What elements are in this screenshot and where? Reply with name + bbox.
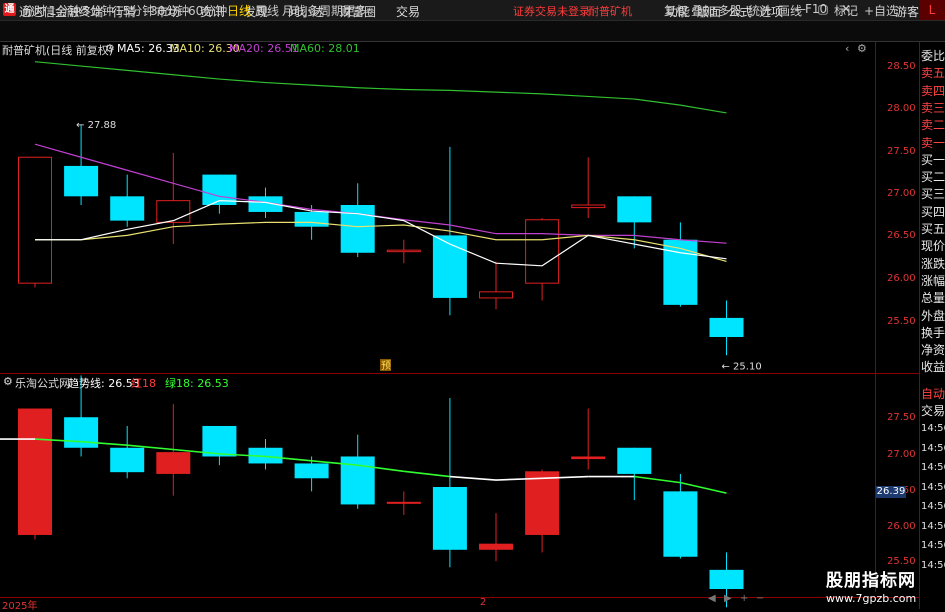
candle-body <box>386 249 421 253</box>
quote-label-0: 委比 <box>921 49 945 63</box>
trend-line <box>403 470 450 478</box>
axis-divider-main <box>875 42 876 374</box>
candle-body <box>479 291 513 299</box>
quote-label-11: 现价 <box>921 239 945 254</box>
sub-candle-body <box>432 487 467 550</box>
sub-candle-body <box>386 501 421 504</box>
quote-label-3: 卖三 <box>921 100 945 115</box>
quote-label-9: 买四 <box>921 204 945 219</box>
quote-label-17: 净资 <box>921 343 945 358</box>
zoom-out-icon[interactable]: − <box>756 593 764 604</box>
watermark-title: 股朋指标网 <box>826 571 916 591</box>
sub-candle-body <box>18 408 52 535</box>
tick-time: 14:56 <box>921 481 945 493</box>
candle-body <box>525 219 560 284</box>
candle-body <box>18 156 52 284</box>
ma60-line <box>34 61 727 114</box>
sub-candle-body <box>663 491 698 557</box>
quote-label-6: 买一 <box>921 152 945 167</box>
watermark-url: www.7gpzb.com <box>826 592 917 605</box>
crosshair-value: 26.39 <box>876 486 906 498</box>
trend-line <box>449 475 497 481</box>
scroll-left-icon[interactable]: ◀ <box>708 593 716 604</box>
low-mark: ← 25.10 <box>722 362 762 373</box>
quote-label-1: 卖五 <box>921 66 945 81</box>
quote-label-10: 买五 <box>921 222 945 236</box>
candle-body <box>64 165 99 197</box>
trend-line <box>634 475 681 484</box>
candle-body <box>571 204 606 209</box>
zoom-in-icon[interactable]: + <box>740 593 748 604</box>
quote-label-2: 卖四 <box>921 83 945 98</box>
sub-candle-body <box>110 447 145 473</box>
panel-divider <box>0 373 919 374</box>
time-mid: 2 <box>480 597 487 608</box>
tick-time: 14:56 <box>921 520 945 532</box>
quote-label-14: 总量 <box>921 291 945 306</box>
tick-time: 14:56 <box>921 423 945 434</box>
quote-label-16: 换手 <box>921 325 945 340</box>
tick-time: 14:56 <box>921 442 945 454</box>
tick-time: 14:56 <box>921 540 945 551</box>
candle-body <box>294 211 329 227</box>
candle-body <box>110 196 145 221</box>
axis-divider-sub <box>875 374 876 592</box>
sub-candle-body <box>525 471 560 535</box>
ma20-line <box>34 143 727 244</box>
quote-label-18: 收益 <box>921 360 945 375</box>
tick-time: 14:56 <box>921 501 945 512</box>
time-divider <box>0 597 919 598</box>
tick-time: 14:56 <box>921 462 945 473</box>
sub-candle-body <box>156 452 191 474</box>
time-start: 2025年 <box>2 601 38 612</box>
quote-label-5: 卖一 <box>921 135 945 150</box>
sub-candle-body <box>479 543 513 550</box>
candle-body <box>709 317 744 337</box>
candle-body <box>663 239 698 305</box>
quote-label-8: 买三 <box>921 187 945 202</box>
candle-body <box>617 196 652 223</box>
watermark: 股朋指标网 www.7gpzb.com <box>826 566 936 606</box>
kline-chart[interactable]: ← 27.88 ← 25.10 预 <box>0 0 945 609</box>
sub-candle-body <box>571 456 606 460</box>
quote-label-13: 涨幅 <box>921 273 945 288</box>
quote-label-7: 买二 <box>921 170 945 185</box>
sub-candle-body <box>617 447 652 474</box>
auto-mode-button[interactable]: 自动 <box>921 385 945 402</box>
trade-mode-button[interactable]: 交易 <box>921 402 945 419</box>
sub-candle-body <box>709 569 744 590</box>
high-mark: ← 27.88 <box>76 120 116 131</box>
candle-body <box>432 235 467 298</box>
quote-label-12: 涨跌 <box>921 256 945 271</box>
forecast-flag-text: 预 <box>381 360 391 372</box>
sub-candle-body <box>202 425 237 457</box>
candle-body <box>156 200 191 223</box>
quote-label-15: 外盘 <box>921 308 945 323</box>
scroll-right-icon[interactable]: ▶ <box>724 593 732 604</box>
quote-label-4: 卖二 <box>921 118 945 133</box>
sub-candle-body <box>294 463 329 479</box>
